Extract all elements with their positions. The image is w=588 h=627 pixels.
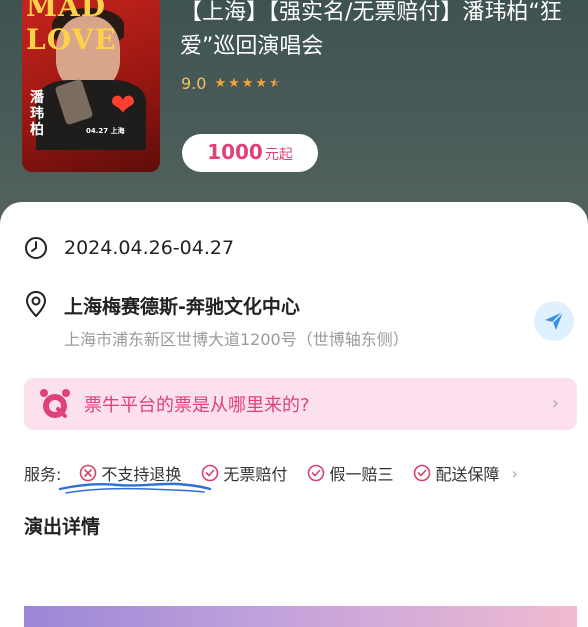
rating-row: 9.0 ★ ★ ★ ★ ★ (181, 71, 281, 95)
service-label: 假一赔三 (329, 465, 394, 484)
price-badge: 1000 元起 (182, 134, 318, 172)
check-circle-icon (414, 464, 431, 482)
paper-plane-icon (545, 311, 564, 330)
poster-title: MAD LOVE (26, 0, 117, 56)
piaoniu-logo-icon (40, 389, 70, 418)
event-info-card: 2024.04.26-04.27 上海梅赛德斯-奔驰文化中心 上海市浦东新区世博… (0, 202, 588, 627)
services-label: 服务: (24, 465, 62, 484)
service-fake-guarantee: 假一赔三 (307, 461, 393, 485)
service-label: 配送保障 (435, 465, 500, 484)
half-star-icon: ★ (269, 76, 281, 91)
venue-name: 上海梅赛德斯-奔驰文化中心 (64, 296, 300, 318)
location-pin-icon (25, 290, 47, 318)
rating-stars: ★ ★ ★ ★ ★ (214, 76, 280, 91)
clock-icon (25, 237, 47, 259)
venue-address: 上海市浦东新区世博大道1200号（世博轴东侧） (64, 330, 409, 349)
chevron-right-icon: › (551, 393, 559, 414)
poster-date: 04.27 上海 (86, 127, 125, 135)
chevron-right-icon[interactable]: › (511, 464, 517, 483)
faq-banner[interactable]: 票牛平台的票是从哪里来的? › (24, 378, 577, 430)
date-row: 2024.04.26-04.27 (24, 236, 234, 260)
star-icon: ★ (255, 75, 268, 91)
handwritten-underline (58, 482, 212, 494)
service-label: 无票赔付 (223, 465, 288, 484)
price-unit: 元起 (264, 147, 293, 163)
event-poster[interactable]: ❤ MAD LOVE 潘玮柏 04.27 上海 (22, 0, 160, 172)
check-circle-icon (308, 464, 325, 482)
star-icon: ★ (214, 75, 227, 91)
service-delivery: 配送保障 (413, 461, 499, 485)
service-compensation: 无票赔付 (201, 461, 287, 485)
rating-score: 9.0 (181, 73, 207, 93)
details-heading: 演出详情 (24, 516, 101, 538)
navigate-button[interactable] (534, 301, 574, 341)
star-icon: ★ (241, 75, 254, 91)
details-banner-image (24, 606, 577, 627)
price-value: 1000 (207, 140, 263, 164)
star-icon: ★ (228, 75, 240, 91)
event-title: 【上海】【强实名/无票赔付】潘玮柏“狂爱”巡回演唱会 (180, 0, 562, 59)
faq-text: 票牛平台的票是从哪里来的? (84, 395, 310, 416)
poster-heart-icon: ❤ (110, 88, 136, 123)
poster-artist-name: 潘玮柏 (30, 90, 44, 138)
date-range: 2024.04.26-04.27 (64, 237, 235, 259)
